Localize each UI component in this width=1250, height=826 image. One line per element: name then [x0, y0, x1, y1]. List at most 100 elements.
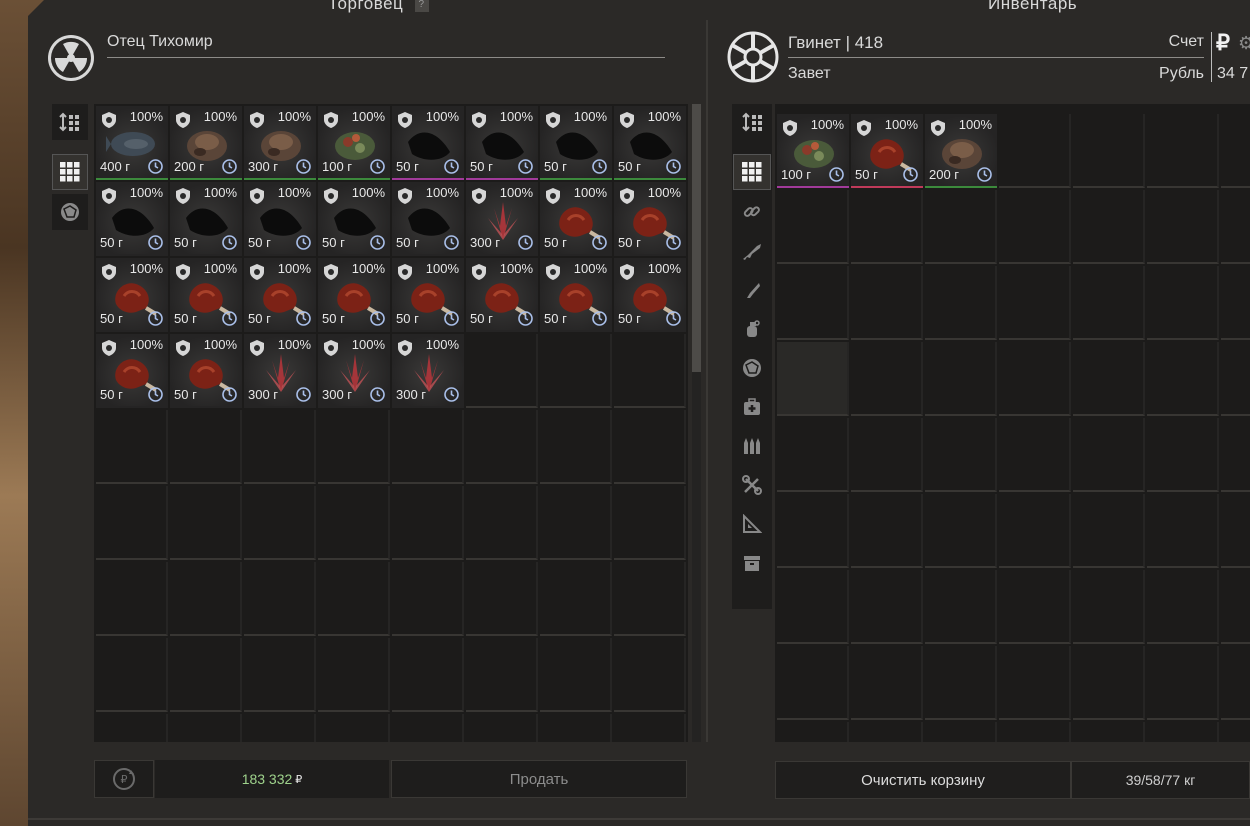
grid-cell[interactable]	[170, 638, 242, 712]
grid-cell[interactable]	[466, 334, 538, 408]
inventory-item[interactable]: 100% 50 г	[170, 334, 242, 408]
inventory-tab-ammo[interactable]	[733, 428, 771, 464]
inventory-item[interactable]: 100% 50 г	[540, 258, 612, 332]
sell-button[interactable]: Продать	[391, 760, 687, 798]
grid-cell[interactable]	[777, 418, 849, 492]
grid-cell[interactable]	[999, 114, 1071, 188]
grid-cell[interactable]	[540, 410, 612, 484]
inventory-tab-blueprint[interactable]	[733, 506, 771, 542]
inventory-item-grid[interactable]: 100% 100 г 100% 50 г 100% 200 г	[775, 104, 1250, 742]
grid-cell[interactable]	[925, 646, 997, 720]
grid-cell[interactable]	[1221, 266, 1250, 340]
grid-cell[interactable]	[1073, 342, 1145, 416]
grid-cell[interactable]	[244, 486, 316, 560]
inventory-item[interactable]: 100% 50 г	[392, 106, 464, 180]
grid-cell[interactable]	[540, 334, 612, 408]
grid-cell[interactable]	[1221, 646, 1250, 720]
grid-cell[interactable]	[1147, 190, 1219, 264]
inventory-tab-storage[interactable]	[733, 545, 771, 581]
grid-cell[interactable]	[540, 638, 612, 712]
grid-cell[interactable]	[392, 562, 464, 636]
tab-grid[interactable]	[52, 154, 88, 190]
inventory-item[interactable]: 100% 50 г	[244, 258, 316, 332]
grid-cell[interactable]	[540, 714, 612, 742]
inventory-item[interactable]: 100% 50 г	[318, 182, 390, 256]
inventory-item[interactable]: 100% 300 г	[392, 334, 464, 408]
grid-cell[interactable]	[1147, 570, 1219, 644]
grid-cell[interactable]	[851, 722, 923, 742]
trade-refresh-button[interactable]: ₽	[94, 760, 154, 798]
inventory-item[interactable]: 100% 50 г	[318, 258, 390, 332]
grid-cell[interactable]	[777, 570, 849, 644]
inventory-tab-sort[interactable]	[733, 104, 771, 140]
inventory-tab-grenade[interactable]	[733, 311, 771, 347]
grid-cell[interactable]	[999, 646, 1071, 720]
grid-cell[interactable]	[170, 562, 242, 636]
grid-cell[interactable]	[392, 714, 464, 742]
inventory-item[interactable]: 100% 300 г	[244, 106, 316, 180]
inventory-item[interactable]: 100% 300 г	[318, 334, 390, 408]
inventory-item[interactable]: 100% 50 г	[614, 182, 686, 256]
grid-cell[interactable]	[925, 190, 997, 264]
inventory-item[interactable]: 100% 50 г	[614, 106, 686, 180]
trader-scrollbar-thumb[interactable]	[692, 104, 701, 372]
grid-cell[interactable]	[1147, 266, 1219, 340]
inventory-item[interactable]: 100% 200 г	[170, 106, 242, 180]
inventory-tab-tools[interactable]	[733, 467, 771, 503]
inventory-item[interactable]: 100% 50 г	[96, 334, 168, 408]
grid-cell[interactable]	[1073, 190, 1145, 264]
grid-cell[interactable]	[925, 266, 997, 340]
inventory-item[interactable]: 100% 50 г	[851, 114, 923, 188]
grid-cell[interactable]	[96, 562, 168, 636]
grid-cell[interactable]	[1073, 646, 1145, 720]
gear-icon[interactable]: ⚙	[1238, 33, 1250, 54]
grid-cell[interactable]	[540, 486, 612, 560]
inventory-tab-knife[interactable]	[733, 272, 771, 308]
grid-cell[interactable]	[777, 190, 849, 264]
grid-cell[interactable]	[1221, 418, 1250, 492]
grid-cell[interactable]	[925, 722, 997, 742]
ruble-currency-icon[interactable]: ₽	[1216, 30, 1230, 56]
grid-cell[interactable]	[999, 418, 1071, 492]
grid-cell[interactable]	[96, 638, 168, 712]
inventory-item[interactable]: 100% 300 г	[466, 182, 538, 256]
grid-cell[interactable]	[1221, 114, 1250, 188]
grid-cell[interactable]	[925, 570, 997, 644]
grid-cell[interactable]	[1147, 114, 1219, 188]
grid-cell[interactable]	[999, 494, 1071, 568]
grid-cell[interactable]	[96, 714, 168, 742]
grid-cell[interactable]	[999, 570, 1071, 644]
grid-cell[interactable]	[777, 722, 849, 742]
grid-cell[interactable]	[1147, 646, 1219, 720]
grid-cell[interactable]	[318, 562, 390, 636]
grid-cell[interactable]	[96, 486, 168, 560]
trader-item-grid[interactable]: 100% 400 г 100% 200 г 100% 300 г 100% 100 г 100%…	[94, 104, 688, 742]
grid-cell[interactable]	[466, 486, 538, 560]
inventory-item[interactable]: 100% 50 г	[170, 258, 242, 332]
grid-cell[interactable]	[244, 410, 316, 484]
grid-cell[interactable]	[1221, 342, 1250, 416]
grid-cell[interactable]	[614, 486, 686, 560]
inventory-tab-medkit[interactable]	[733, 389, 771, 425]
grid-cell[interactable]	[1073, 570, 1145, 644]
grid-cell[interactable]	[1147, 418, 1219, 492]
grid-cell[interactable]	[1147, 722, 1219, 742]
help-icon[interactable]: ?	[414, 0, 429, 12]
grid-cell[interactable]	[466, 562, 538, 636]
grid-cell[interactable]	[1073, 722, 1145, 742]
grid-cell[interactable]	[614, 334, 686, 408]
inventory-item[interactable]: 100% 50 г	[466, 106, 538, 180]
grid-cell[interactable]	[614, 714, 686, 742]
inventory-tab-artifact[interactable]	[733, 350, 771, 386]
grid-cell[interactable]	[466, 714, 538, 742]
tab-artifacts[interactable]	[52, 194, 88, 230]
grid-cell[interactable]	[1221, 570, 1250, 644]
inventory-item[interactable]: 100% 400 г	[96, 106, 168, 180]
grid-cell[interactable]	[244, 638, 316, 712]
grid-cell[interactable]	[1221, 494, 1250, 568]
inventory-item[interactable]: 100% 100 г	[318, 106, 390, 180]
inventory-tab-link[interactable]	[733, 194, 771, 230]
grid-cell[interactable]	[777, 646, 849, 720]
grid-cell[interactable]	[466, 638, 538, 712]
grid-cell[interactable]	[851, 646, 923, 720]
